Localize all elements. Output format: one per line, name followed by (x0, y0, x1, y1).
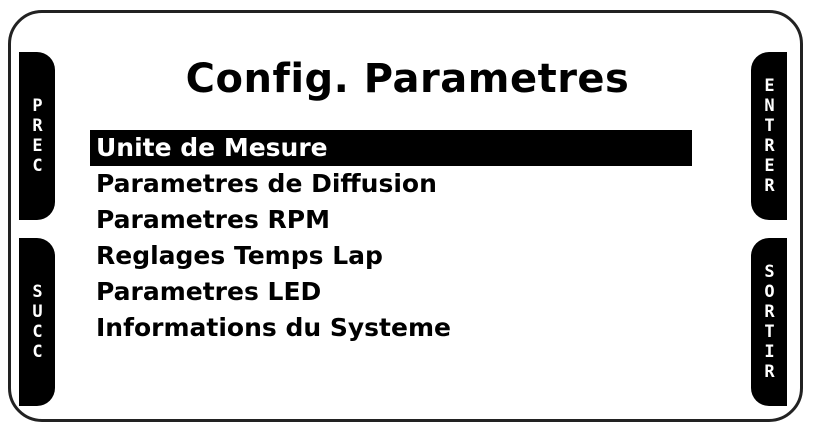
exit-button-label: SORTIR (759, 262, 780, 382)
exit-button[interactable]: SORTIR (751, 238, 787, 406)
menu-item-diffusion[interactable]: Parametres de Diffusion (90, 166, 692, 202)
menu-item-rpm[interactable]: Parametres RPM (90, 202, 692, 238)
menu-item-unit[interactable]: Unite de Mesure (90, 130, 692, 166)
menu-item-led[interactable]: Parametres LED (90, 274, 692, 310)
menu-item-lap-time[interactable]: Reglages Temps Lap (90, 238, 692, 274)
enter-button[interactable]: ENTRER (751, 52, 787, 220)
next-button[interactable]: SUCC (19, 238, 55, 406)
settings-menu: Unite de Mesure Parametres de Diffusion … (90, 130, 692, 346)
page-title: Config. Parametres (185, 56, 630, 102)
next-button-label: SUCC (27, 282, 48, 362)
prev-button-label: PREC (27, 96, 48, 176)
enter-button-label: ENTRER (759, 76, 780, 196)
prev-button[interactable]: PREC (19, 52, 55, 220)
menu-item-system-info[interactable]: Informations du Systeme (90, 310, 692, 346)
